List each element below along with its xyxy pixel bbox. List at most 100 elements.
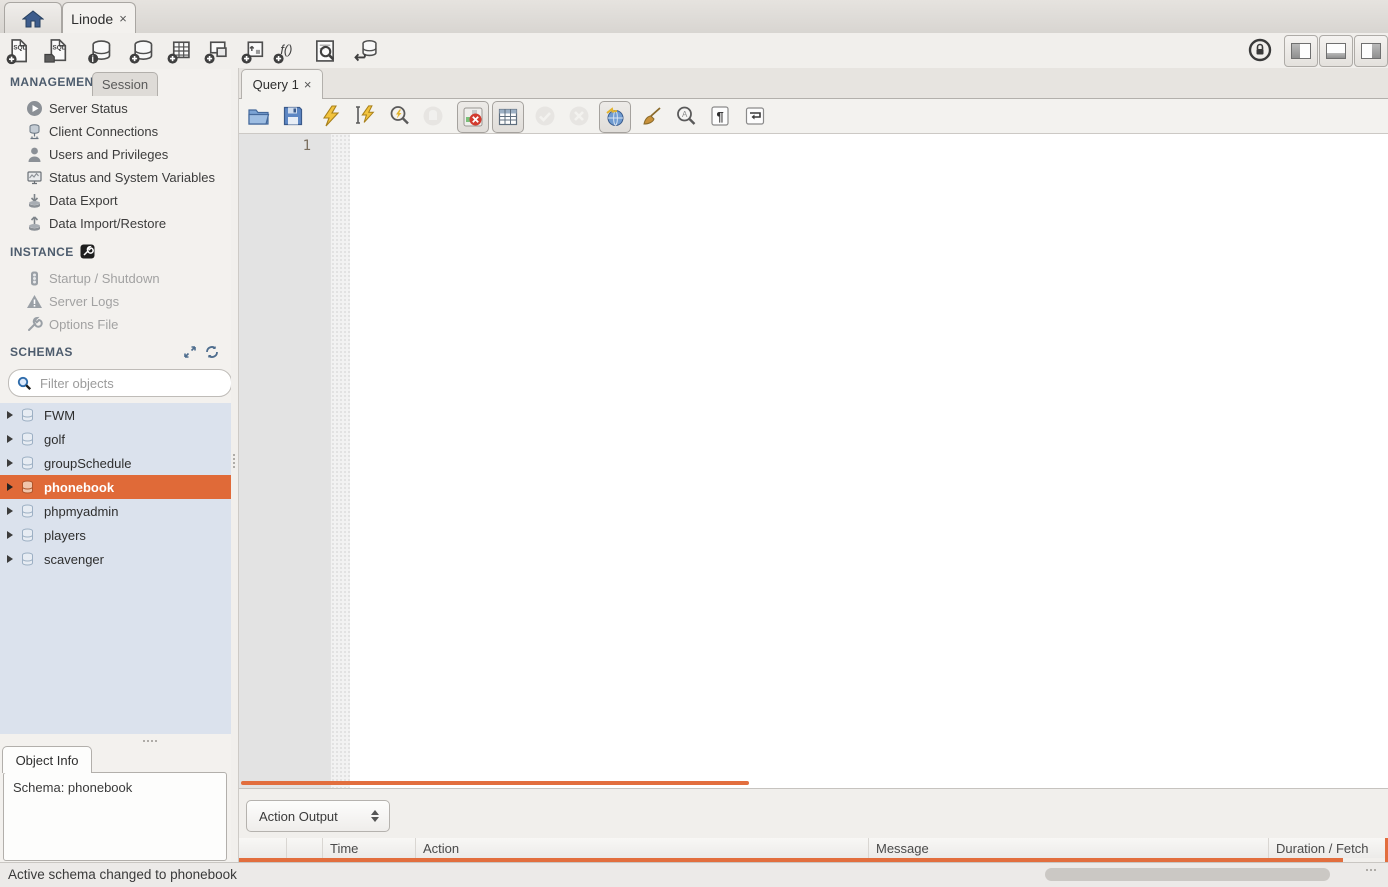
- new-procedure-icon[interactable]: [239, 37, 267, 65]
- sidebar-item-data-export[interactable]: Data Export: [0, 189, 231, 212]
- sync-database-icon[interactable]: [352, 37, 380, 65]
- sidebar-item-options-file[interactable]: Options File: [0, 313, 231, 336]
- sidebar-item-server-logs[interactable]: Server Logs: [0, 290, 231, 313]
- toggle-right-sidebar-button[interactable]: [1354, 35, 1388, 67]
- search-icon: [17, 376, 32, 391]
- new-sql-script-icon[interactable]: SQL: [4, 37, 32, 65]
- schema-item-fwm[interactable]: FWM: [0, 403, 231, 427]
- rollback-icon: [567, 104, 591, 128]
- sql-editor[interactable]: 1: [239, 134, 1388, 788]
- close-icon[interactable]: ×: [304, 78, 312, 91]
- schema-icon: [20, 432, 35, 446]
- schema-item-scavenger[interactable]: scavenger: [0, 547, 231, 571]
- main-area: Query 1 ×: [238, 68, 1388, 862]
- expand-schemas-icon[interactable]: [183, 345, 197, 359]
- sidebar-item-client-connections[interactable]: Client Connections: [0, 120, 231, 143]
- expander-icon[interactable]: [7, 411, 13, 419]
- sidebar-splitter-grip[interactable]: [143, 740, 157, 742]
- schema-icon: [20, 552, 35, 566]
- sidebar-item-users-privileges[interactable]: Users and Privileges: [0, 143, 231, 166]
- column-index[interactable]: [287, 838, 323, 858]
- explain-icon[interactable]: [388, 104, 412, 128]
- editor-toolbar: A ¶: [239, 99, 1388, 134]
- refresh-schemas-icon[interactable]: [205, 345, 219, 359]
- execute-icon[interactable]: [319, 104, 343, 128]
- expander-icon[interactable]: [7, 483, 13, 491]
- users-icon: [26, 146, 43, 163]
- schema-icon: [20, 504, 35, 518]
- tab-object-info[interactable]: Object Info: [2, 746, 92, 773]
- connection-tab[interactable]: Linode ×: [62, 2, 136, 34]
- data-import-icon: [26, 215, 43, 232]
- sidebar-item-data-import[interactable]: Data Import/Restore: [0, 212, 231, 235]
- connection-tab-label: Linode: [71, 11, 113, 27]
- server-logs-icon: [26, 293, 43, 310]
- show-invisibles-icon[interactable]: ¶: [708, 104, 732, 128]
- auto-commit-button[interactable]: [599, 101, 631, 133]
- expander-icon[interactable]: [7, 531, 13, 539]
- editor-hscrollbar[interactable]: [241, 781, 749, 785]
- schema-item-phonebook-selected[interactable]: phonebook: [0, 475, 231, 499]
- sidebar: MANAGEMENT Server Status Client Connecti…: [0, 69, 231, 862]
- expander-icon[interactable]: [7, 435, 13, 443]
- schema-inspector-icon[interactable]: i: [85, 37, 113, 65]
- new-view-icon[interactable]: [202, 37, 230, 65]
- lock-circle-icon[interactable]: [1246, 36, 1274, 64]
- beautify-icon[interactable]: [640, 104, 664, 128]
- toggle-stop-on-error-button[interactable]: [457, 101, 489, 133]
- sidebar-item-status-system-variables[interactable]: Status and System Variables: [0, 166, 231, 189]
- editor-gutter: 1: [239, 134, 331, 788]
- open-file-icon[interactable]: [247, 104, 271, 128]
- home-tab[interactable]: [4, 2, 62, 34]
- new-schema-icon[interactable]: [127, 37, 155, 65]
- sidebar-item-startup-shutdown[interactable]: Startup / Shutdown: [0, 267, 231, 290]
- output-type-select[interactable]: Action Output: [246, 800, 390, 832]
- resize-grip[interactable]: [1366, 869, 1376, 871]
- find-icon[interactable]: A: [674, 104, 698, 128]
- save-icon[interactable]: [281, 104, 305, 128]
- expander-icon[interactable]: [7, 459, 13, 467]
- schema-item-golf[interactable]: golf: [0, 427, 231, 451]
- expander-icon[interactable]: [7, 555, 13, 563]
- close-icon[interactable]: ×: [119, 12, 127, 25]
- commit-icon: [533, 104, 557, 128]
- object-info-panel: Schema: phonebook: [3, 772, 227, 861]
- bottom-panel-icon: [1326, 43, 1346, 59]
- management-title: MANAGEMENT: [10, 75, 101, 89]
- tab-session[interactable]: Session: [92, 72, 158, 96]
- tab-query-1[interactable]: Query 1 ×: [241, 69, 323, 99]
- schema-item-players[interactable]: players: [0, 523, 231, 547]
- data-export-icon: [26, 192, 43, 209]
- client-connections-icon: [26, 123, 43, 140]
- output-hscrollbar[interactable]: [1045, 868, 1330, 881]
- filter-objects-input[interactable]: [38, 375, 223, 392]
- vertical-splitter[interactable]: [231, 69, 238, 862]
- schema-filter[interactable]: [8, 369, 232, 397]
- column-duration[interactable]: Duration / Fetch: [1269, 838, 1388, 858]
- svg-text:SQL: SQL: [53, 44, 66, 51]
- search-objects-icon[interactable]: [311, 37, 339, 65]
- execute-current-icon[interactable]: [353, 104, 377, 128]
- query-tab-row: Query 1 ×: [239, 68, 1388, 99]
- column-status[interactable]: [239, 838, 287, 858]
- sidebar-item-server-status[interactable]: Server Status: [0, 97, 231, 120]
- toggle-bottom-panel-button[interactable]: [1319, 35, 1353, 67]
- output-type-label: Action Output: [259, 809, 371, 824]
- system-variables-icon: [26, 169, 43, 186]
- column-time[interactable]: Time: [323, 838, 416, 858]
- expander-icon[interactable]: [7, 507, 13, 515]
- column-action[interactable]: Action: [416, 838, 869, 858]
- output-table-header: Time Action Message Duration / Fetch: [239, 838, 1388, 858]
- word-wrap-icon[interactable]: [743, 104, 767, 128]
- toggle-left-sidebar-button[interactable]: [1284, 35, 1318, 67]
- open-sql-script-icon[interactable]: SQL: [42, 37, 70, 65]
- schema-item-phpmyadmin[interactable]: phpmyadmin: [0, 499, 231, 523]
- new-table-icon[interactable]: [165, 37, 193, 65]
- limit-rows-button[interactable]: [492, 101, 524, 133]
- stop-on-error-icon: [462, 106, 484, 128]
- home-icon: [22, 10, 44, 28]
- schema-item-groupschedule[interactable]: groupSchedule: [0, 451, 231, 475]
- new-function-icon[interactable]: f(): [271, 37, 299, 65]
- schema-icon: [20, 456, 35, 470]
- column-message[interactable]: Message: [869, 838, 1269, 858]
